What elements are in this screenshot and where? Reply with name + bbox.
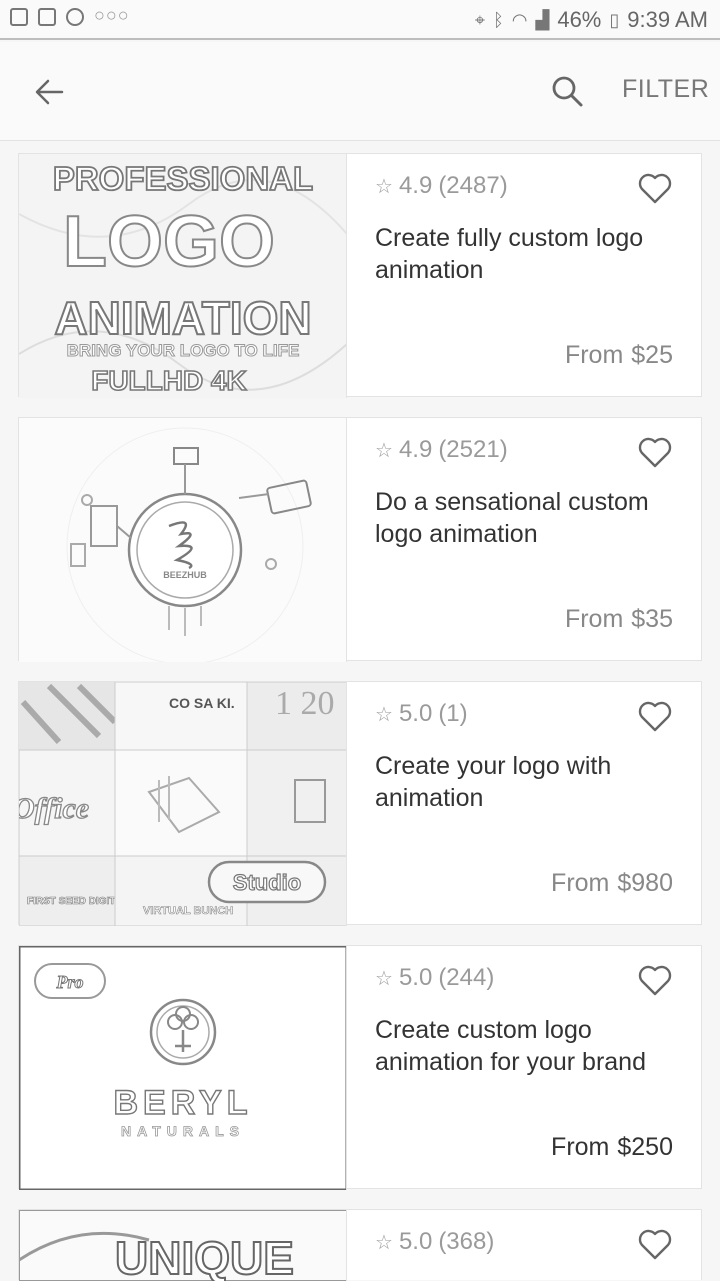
rating: ☆ 5.0 (244): [375, 964, 494, 992]
rating-value: 5.0: [398, 1228, 433, 1255]
rating-value: 4.9: [398, 172, 433, 199]
heart-icon[interactable]: [635, 432, 675, 472]
thumb-badge-text: BEEZHUB: [163, 570, 207, 580]
gig-card[interactable]: CO SA KI. 1 20 Office FIRST SEED DIGITAL…: [18, 681, 702, 926]
star-icon: ☆: [375, 175, 393, 198]
search-icon: [552, 76, 583, 107]
brand-text: BERYL: [114, 1084, 253, 1122]
gig-thumbnail[interactable]: PROFESSIONAL LOGO ANIMATION BRING YOUR L…: [19, 154, 347, 398]
price: From $250: [551, 1133, 673, 1162]
clock: 9:39 AM: [627, 7, 708, 32]
location-icon: ⌖: [474, 9, 485, 30]
thumb-text-animation: ANIMATION: [54, 292, 311, 344]
gig-thumbnail[interactable]: CO SA KI. 1 20 Office FIRST SEED DIGITAL…: [19, 682, 347, 926]
thumb-text-cosaki: CO SA KI.: [169, 695, 235, 711]
price-prefix: From: [551, 1133, 610, 1161]
pro-badge-text: Pro: [56, 972, 84, 992]
review-count: (2521): [438, 436, 508, 463]
heart-icon[interactable]: [635, 696, 675, 736]
back-button[interactable]: [28, 70, 72, 114]
thumb-text-studio: Studio: [233, 870, 301, 895]
price-value: $980: [617, 869, 673, 897]
battery-percent: 46%: [557, 7, 602, 32]
gig-info: ☆ 5.0 (368): [367, 1210, 701, 1280]
review-count: (2487): [438, 172, 508, 199]
heart-icon[interactable]: [635, 960, 675, 1000]
brand-sub-text: NATURALS: [121, 1123, 245, 1139]
thumb-text-number: 1 20: [275, 685, 335, 722]
thumb-text-tagline: BRING YOUR LOGO TO LIFE: [67, 341, 300, 360]
gig-info: ☆ 4.9 (2487) Create fully custom logo an…: [367, 154, 701, 396]
heart-icon[interactable]: [635, 168, 675, 208]
star-icon: ☆: [375, 703, 393, 726]
review-count: (368): [438, 1228, 495, 1255]
pinwheel-notification-icon: [66, 8, 84, 26]
price-value: $35: [631, 605, 673, 633]
gig-title[interactable]: Do a sensational custom logo animation: [375, 486, 685, 550]
review-count: (1): [438, 700, 468, 727]
arrow-left-icon: [35, 79, 64, 105]
bluetooth-icon: ᛒ: [492, 9, 504, 30]
task-notification-icon: [38, 8, 56, 26]
price-prefix: From: [551, 869, 610, 897]
more-notifications-icon: ○○○: [94, 4, 130, 25]
notification-icons: ○○○: [10, 4, 130, 26]
thumb-text-firstseed: FIRST SEED DIGITAL: [27, 896, 128, 907]
price-prefix: From: [564, 605, 624, 633]
star-icon: ☆: [375, 1231, 393, 1254]
gig-info: ☆ 5.0 (1) Create your logo with animatio…: [367, 682, 701, 924]
gig-card[interactable]: BEEZHUB ☆ 4.9 (2521) Do a sensational cu…: [18, 417, 702, 662]
price: From $980: [551, 869, 673, 898]
filter-button[interactable]: FILTER: [622, 75, 709, 104]
gig-card[interactable]: Pro BERYL NATURALS ☆ 5.0 (244) Create cu…: [18, 945, 702, 1190]
star-icon: ☆: [375, 439, 393, 462]
rating: ☆ 4.9 (2521): [375, 436, 508, 464]
app-bar: FILTER: [0, 42, 720, 141]
signal-icon: ▟: [535, 9, 550, 30]
gig-card[interactable]: UNIQUE ☆ 5.0 (368): [18, 1209, 702, 1281]
thumb-text-logo: LOGO: [63, 202, 275, 282]
thumb-text-office: Office: [19, 792, 89, 825]
search-button[interactable]: [546, 70, 590, 114]
thumb-text-unique: UNIQUE: [115, 1232, 294, 1281]
battery-icon: ▯: [609, 9, 620, 30]
gig-info: ☆ 4.9 (2521) Do a sensational custom log…: [367, 418, 701, 660]
image-notification-icon: [10, 8, 28, 26]
system-icons: ⌖ ᛒ ◠ ▟ 46% ▯ 9:39 AM: [475, 7, 708, 33]
gig-thumbnail[interactable]: Pro BERYL NATURALS: [19, 946, 347, 1190]
heart-icon[interactable]: [635, 1224, 675, 1264]
rating: ☆ 4.9 (2487): [375, 172, 508, 200]
gig-thumbnail[interactable]: BEEZHUB: [19, 418, 347, 662]
gig-title[interactable]: Create fully custom logo animation: [375, 222, 685, 286]
rating: ☆ 5.0 (1): [375, 700, 468, 728]
price-prefix: From: [564, 341, 624, 369]
rating-value: 4.9: [398, 436, 433, 463]
gig-info: ☆ 5.0 (244) Create custom logo animation…: [367, 946, 701, 1188]
price: From $35: [565, 605, 673, 634]
status-bar: ○○○ ⌖ ᛒ ◠ ▟ 46% ▯ 9:39 AM: [0, 0, 720, 40]
rating-value: 5.0: [398, 964, 433, 991]
gig-thumbnail[interactable]: UNIQUE: [19, 1210, 347, 1281]
price: From $25: [565, 341, 673, 370]
gig-title[interactable]: Create your logo with animation: [375, 750, 685, 814]
price-value: $25: [631, 341, 673, 369]
thumb-text-virtualbunch: VIRTUAL BUNCH: [143, 905, 233, 917]
wifi-icon: ◠: [511, 9, 528, 30]
price-value: $250: [617, 1133, 673, 1161]
review-count: (244): [438, 964, 495, 991]
thumb-text-professional: PROFESSIONAL: [53, 160, 313, 197]
thumb-text-resolution: FULLHD 4K: [91, 365, 247, 396]
rating-value: 5.0: [398, 700, 433, 727]
rating: ☆ 5.0 (368): [375, 1228, 494, 1256]
star-icon: ☆: [375, 967, 393, 990]
gig-title[interactable]: Create custom logo animation for your br…: [375, 1014, 685, 1078]
gig-card[interactable]: PROFESSIONAL LOGO ANIMATION BRING YOUR L…: [18, 153, 702, 398]
